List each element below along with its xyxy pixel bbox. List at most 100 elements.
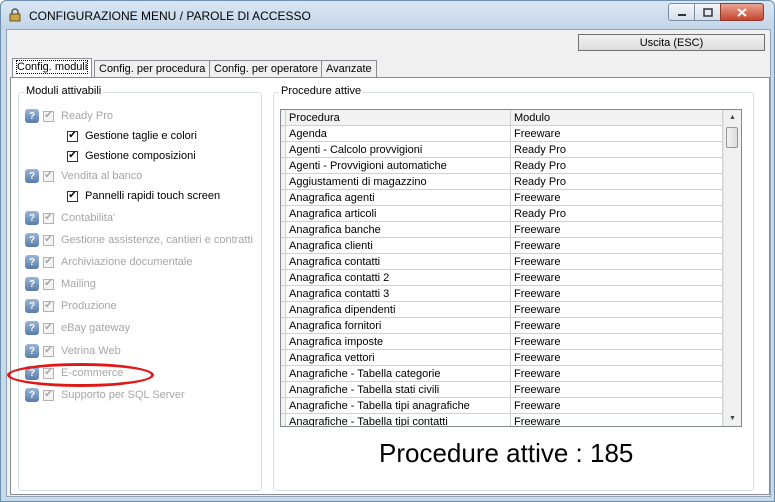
module-label: Pannelli rapidi touch screen bbox=[85, 190, 221, 202]
cell-procedura[interactable]: Anagrafica dipendenti bbox=[285, 301, 511, 318]
cell-modulo[interactable]: Freeware bbox=[510, 381, 723, 398]
procedure-count: Procedure attive : 185 bbox=[379, 438, 634, 468]
cell-procedura[interactable]: Anagrafica vettori bbox=[285, 349, 511, 366]
table-row[interactable]: Anagrafica fornitori Freeware bbox=[281, 317, 723, 334]
cell-modulo[interactable]: Freeware bbox=[510, 125, 723, 142]
tab-avanzate[interactable]: Avanzate bbox=[321, 60, 377, 77]
exit-button[interactable]: Uscita (ESC) bbox=[578, 34, 765, 51]
cell-modulo[interactable]: Freeware bbox=[510, 253, 723, 270]
scroll-down-arrow-icon[interactable]: ▼ bbox=[724, 411, 741, 426]
table-row[interactable]: Aggiustamenti di magazzino Ready Pro bbox=[281, 173, 723, 190]
cell-procedura[interactable]: Agenti - Calcolo provvigioni bbox=[285, 141, 511, 158]
table-row[interactable]: Anagrafiche - Tabella tipi contatti Freew… bbox=[281, 413, 723, 426]
cell-modulo[interactable]: Freeware bbox=[510, 349, 723, 366]
table-row[interactable]: Anagrafiche - Tabella tipi anagrafiche Fr… bbox=[281, 397, 723, 414]
cell-procedura[interactable]: Agenda bbox=[285, 125, 511, 142]
cell-procedura[interactable]: Anagrafica clienti bbox=[285, 237, 511, 254]
cell-procedura[interactable]: Anagrafica contatti 3 bbox=[285, 285, 511, 302]
table-row[interactable]: Agenda Freeware bbox=[281, 125, 723, 142]
cell-modulo[interactable]: Freeware bbox=[510, 237, 723, 254]
cell-modulo[interactable]: Ready Pro bbox=[510, 157, 723, 174]
info-icon[interactable]: ? bbox=[25, 388, 39, 402]
cell-modulo[interactable]: Freeware bbox=[510, 301, 723, 318]
table-row[interactable]: Agenti - Calcolo provvigioni Ready Pro bbox=[281, 141, 723, 158]
procedures-grid[interactable]: Procedura Modulo Agenda Freeware Agenti - … bbox=[280, 109, 742, 427]
table-row[interactable]: Anagrafica contatti Freeware bbox=[281, 253, 723, 270]
module-label: Contabilita' bbox=[61, 212, 116, 224]
cell-modulo[interactable]: Freeware bbox=[510, 285, 723, 302]
procedures-table: Procedura Modulo Agenda Freeware Agenti - … bbox=[281, 110, 723, 426]
cell-procedura[interactable]: Anagrafiche - Tabella tipi contatti bbox=[285, 413, 511, 426]
table-row[interactable]: Anagrafica articoli Ready Pro bbox=[281, 205, 723, 222]
table-row[interactable]: Anagrafica agenti Freeware bbox=[281, 189, 723, 206]
maximize-button[interactable] bbox=[694, 3, 721, 21]
cell-modulo[interactable]: Freeware bbox=[510, 365, 723, 382]
info-icon[interactable]: ? bbox=[25, 211, 39, 225]
cell-procedura[interactable]: Agenti - Provvigioni automatiche bbox=[285, 157, 511, 174]
tab-config-moduli[interactable]: Config. moduli bbox=[12, 58, 93, 78]
info-icon[interactable]: ? bbox=[25, 255, 39, 269]
minimize-button[interactable] bbox=[668, 3, 695, 21]
module-gestione-composizioni[interactable]: ✔ Gestione composizioni bbox=[67, 148, 196, 164]
cell-procedura[interactable]: Anagrafiche - Tabella stati civili bbox=[285, 381, 511, 398]
info-icon[interactable]: ? bbox=[25, 233, 39, 247]
table-row[interactable]: Anagrafica dipendenti Freeware bbox=[281, 301, 723, 318]
cell-modulo[interactable]: Freeware bbox=[510, 333, 723, 350]
info-icon[interactable]: ? bbox=[25, 299, 39, 313]
info-icon[interactable]: ? bbox=[25, 321, 39, 335]
cell-modulo[interactable]: Freeware bbox=[510, 317, 723, 334]
column-header-procedura[interactable]: Procedura bbox=[285, 110, 511, 126]
tab-config-per-operatore[interactable]: Config. per operatore bbox=[209, 60, 323, 77]
cell-procedura[interactable]: Anagrafica contatti bbox=[285, 253, 511, 270]
module-checkbox[interactable]: ✔ bbox=[67, 130, 78, 142]
tab-config-per-procedura[interactable]: Config. per procedura bbox=[94, 60, 211, 77]
cell-modulo[interactable]: Ready Pro bbox=[510, 205, 723, 222]
column-header-modulo[interactable]: Modulo bbox=[510, 110, 723, 126]
cell-procedura[interactable]: Aggiustamenti di magazzino bbox=[285, 173, 511, 190]
info-icon[interactable]: ? bbox=[25, 169, 39, 183]
scroll-up-arrow-icon[interactable]: ▲ bbox=[724, 110, 741, 125]
table-row[interactable]: Anagrafica imposte Freeware bbox=[281, 333, 723, 350]
table-row[interactable]: Anagrafica clienti Freeware bbox=[281, 237, 723, 254]
info-icon[interactable]: ? bbox=[25, 344, 39, 358]
module-pannelli-rapidi[interactable]: ✔ Pannelli rapidi touch screen bbox=[67, 188, 220, 204]
cell-modulo[interactable]: Freeware bbox=[510, 397, 723, 414]
cell-procedura[interactable]: Anagrafica fornitori bbox=[285, 317, 511, 334]
module-checkbox[interactable]: ✔ bbox=[67, 190, 78, 202]
scroll-thumb[interactable] bbox=[726, 127, 738, 148]
tab-label: Config. per operatore bbox=[214, 63, 318, 75]
table-row[interactable]: Anagrafiche - Tabella stati civili Freewa… bbox=[281, 381, 723, 398]
info-icon[interactable]: ? bbox=[25, 277, 39, 291]
cell-procedura[interactable]: Anagrafiche - Tabella categorie bbox=[285, 365, 511, 382]
cell-modulo[interactable]: Freeware bbox=[510, 221, 723, 238]
table-row[interactable]: Anagrafica contatti 2 Freeware bbox=[281, 269, 723, 286]
module-label: Vetrina Web bbox=[61, 345, 121, 357]
module-archiviazione: ? ✔ Archiviazione documentale bbox=[25, 254, 192, 270]
table-row[interactable]: Agenti - Provvigioni automatiche Ready Pr… bbox=[281, 157, 723, 174]
module-gestione-taglie[interactable]: ✔ Gestione taglie e colori bbox=[67, 128, 197, 144]
module-vendita-al-banco: ? ✔ Vendita al banco bbox=[25, 168, 142, 184]
cell-modulo[interactable]: Ready Pro bbox=[510, 173, 723, 190]
module-label: eBay gateway bbox=[61, 322, 131, 334]
cell-modulo[interactable]: Freeware bbox=[510, 269, 723, 286]
module-checkbox[interactable]: ✔ bbox=[67, 150, 78, 162]
procedures-group: Procedure attive Procedura Modulo Agenda… bbox=[273, 85, 754, 491]
cell-modulo[interactable]: Freeware bbox=[510, 189, 723, 206]
info-icon[interactable]: ? bbox=[25, 109, 39, 123]
cell-modulo[interactable]: Freeware bbox=[510, 413, 723, 426]
cell-procedura[interactable]: Anagrafica contatti 2 bbox=[285, 269, 511, 286]
close-button[interactable] bbox=[720, 3, 764, 21]
cell-modulo[interactable]: Ready Pro bbox=[510, 141, 723, 158]
table-row[interactable]: Anagrafica contatti 3 Freeware bbox=[281, 285, 723, 302]
table-row[interactable]: Anagrafiche - Tabella categorie Freeware bbox=[281, 365, 723, 382]
cell-procedura[interactable]: Anagrafica agenti bbox=[285, 189, 511, 206]
cell-procedura[interactable]: Anagrafica banche bbox=[285, 221, 511, 238]
table-header-row: Procedura Modulo bbox=[281, 110, 723, 126]
cell-procedura[interactable]: Anagrafiche - Tabella tipi anagrafiche bbox=[285, 397, 511, 414]
cell-procedura[interactable]: Anagrafica articoli bbox=[285, 205, 511, 222]
vertical-scrollbar[interactable]: ▲ ▼ bbox=[723, 110, 741, 426]
cell-procedura[interactable]: Anagrafica imposte bbox=[285, 333, 511, 350]
title-bar[interactable]: CONFIGURAZIONE MENU / PAROLE DI ACCESSO bbox=[1, 1, 774, 29]
table-row[interactable]: Anagrafica vettori Freeware bbox=[281, 349, 723, 366]
table-row[interactable]: Anagrafica banche Freeware bbox=[281, 221, 723, 238]
